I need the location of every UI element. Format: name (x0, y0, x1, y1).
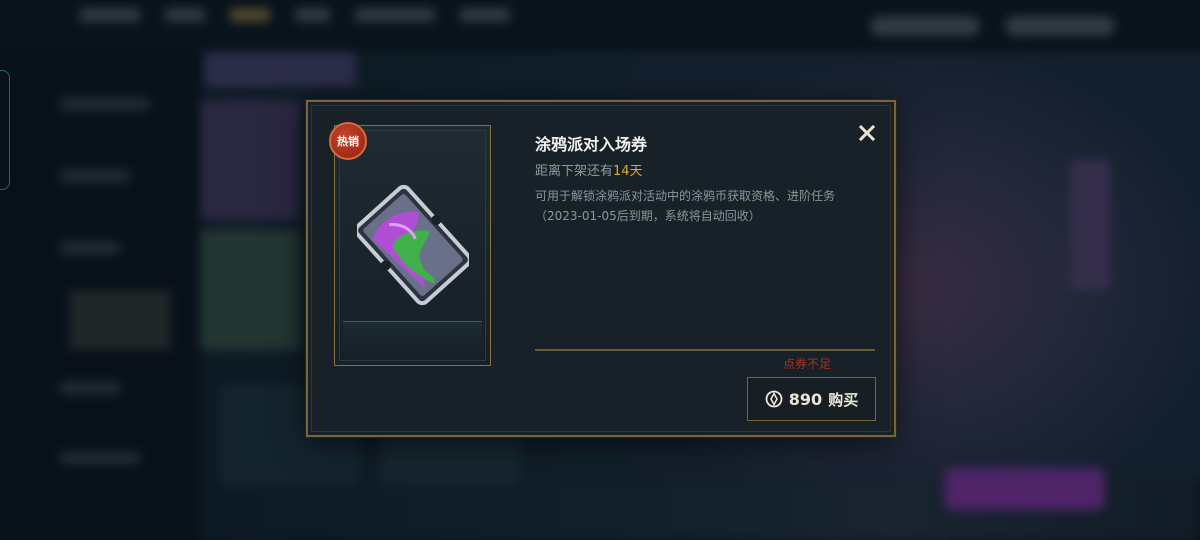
delist-countdown: 距离下架还有14天 (535, 160, 643, 179)
price-divider (535, 349, 875, 351)
hot-sale-badge: 热销 (329, 122, 367, 160)
item-title: 涂鸦派对入场券 (535, 135, 648, 154)
close-icon (858, 124, 876, 142)
item-description: 可用于解锁涂鸦派对活动中的涂鸦币获取资格、进阶任务（2023-01-05后到期，… (535, 189, 836, 223)
background-left-edge (0, 70, 10, 190)
close-button[interactable] (856, 122, 878, 144)
ticket-icon (357, 184, 469, 306)
insufficient-coupons-warning: 点券不足 (783, 357, 832, 371)
item-frame-bottom-plate (343, 321, 482, 359)
price-value: 890 (788, 389, 823, 409)
coupon-coin-icon (765, 390, 783, 408)
buy-button[interactable]: 890 购买 (747, 377, 876, 421)
buy-label: 购买 (828, 390, 859, 409)
purchase-dialog: 热销 涂鸦派对入场券 距离下架还有14天 可用于解锁涂鸦派对活动中的涂鸦币获取资… (306, 100, 896, 437)
countdown-prefix: 距离下架还有 (535, 164, 614, 179)
countdown-days: 14天 (613, 164, 643, 179)
item-preview-frame (334, 125, 491, 366)
